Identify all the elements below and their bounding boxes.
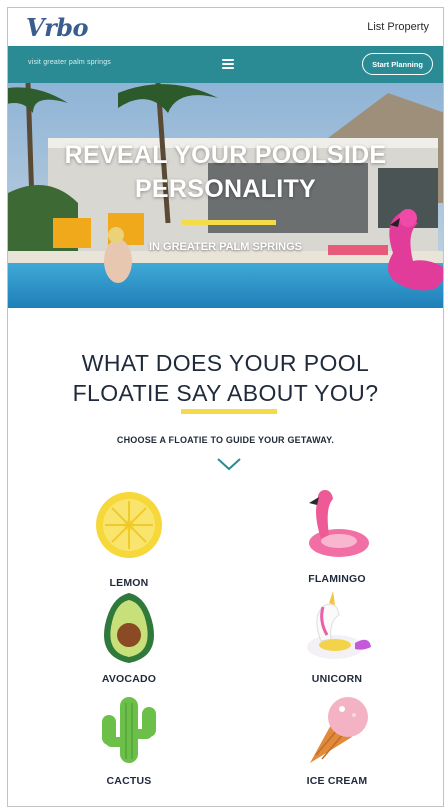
list-property-link[interactable]: List Property [367, 21, 429, 33]
floatie-label: ICE CREAM [306, 775, 368, 787]
hero-title-line: REVEAL YOUR POOLSIDE [64, 141, 387, 169]
quiz-instruction: CHOOSE A FLOATIE TO GUIDE YOUR GETAWAY. [116, 435, 335, 445]
hero-accent-bar [182, 220, 276, 225]
quiz-heading-line: WHAT DOES YOUR POOL [81, 350, 370, 376]
avocado-float-icon [104, 593, 154, 663]
floatie-label: AVOCADO [101, 673, 157, 685]
quiz-heading-line: FLOATIE SAY ABOUT YOU? [72, 380, 379, 406]
hero-subtitle: IN GREATER PALM SPRINGS [149, 241, 302, 253]
vrbo-logo[interactable]: Vrbo [26, 13, 89, 42]
page-frame: Vrbo List Property visit greater palm sp… [7, 7, 444, 807]
flamingo-float-icon [309, 490, 369, 557]
floatie-label: CACTUS [106, 775, 152, 787]
heading-accent-bar [181, 409, 277, 414]
floatie-option-ice-cream[interactable]: ICE CREAM [272, 693, 402, 787]
site-navbar: visit greater palm springs Start Plannin… [8, 46, 443, 83]
hero-title-line: PERSONALITY [134, 175, 317, 203]
floatie-option-unicorn[interactable]: UNICORN [272, 591, 402, 685]
quiz-heading: WHAT DOES YOUR POOL FLOATIE SAY ABOUT YO… [8, 348, 443, 408]
lemon-float-icon [96, 492, 162, 558]
cactus-float-icon [102, 697, 156, 763]
chevron-down-icon[interactable] [216, 457, 242, 471]
top-header: Vrbo List Property [8, 8, 443, 46]
floatie-option-cactus[interactable]: CACTUS [64, 693, 194, 787]
floatie-label: LEMON [109, 577, 149, 589]
ice-cream-float-icon [310, 697, 368, 763]
floatie-label: UNICORN [311, 673, 363, 685]
floatie-option-flamingo[interactable]: FLAMINGO [272, 487, 402, 585]
floatie-label: FLAMINGO [308, 573, 366, 585]
hamburger-icon[interactable] [222, 59, 234, 69]
floatie-option-avocado[interactable]: AVOCADO [64, 591, 194, 685]
hero-banner: REVEAL YOUR POOLSIDE PERSONALITY IN GREA… [8, 83, 443, 308]
start-planning-button[interactable]: Start Planning [362, 53, 433, 75]
hero-title: REVEAL YOUR POOLSIDE PERSONALITY [8, 138, 443, 206]
brand-label[interactable]: visit greater palm springs [28, 59, 111, 66]
unicorn-float-icon [307, 591, 371, 659]
floatie-option-lemon[interactable]: LEMON [64, 489, 194, 589]
